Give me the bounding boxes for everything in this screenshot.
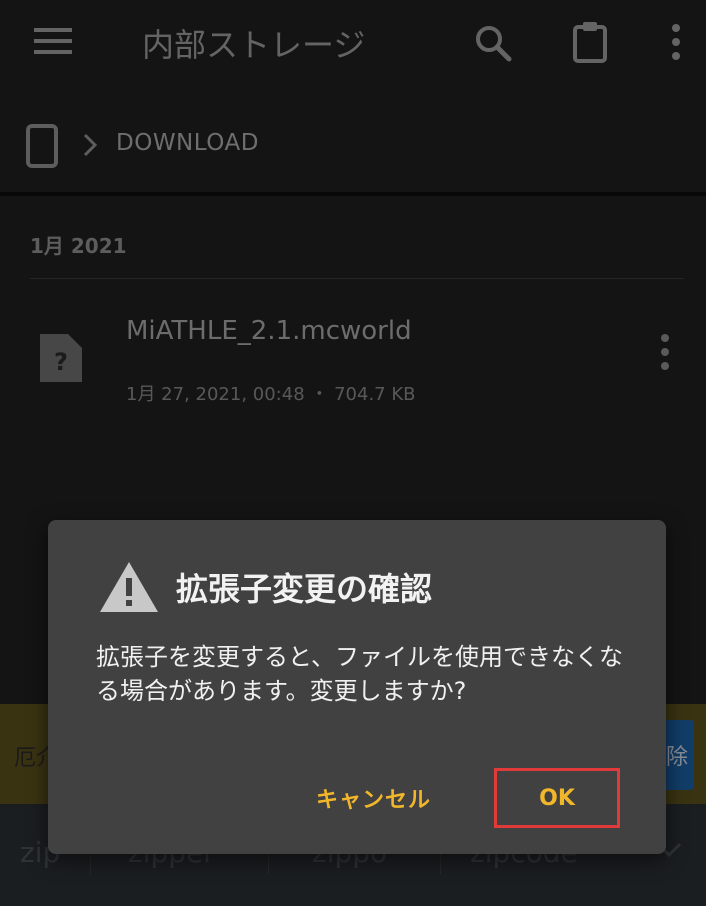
cancel-button[interactable]: キャンセル — [316, 782, 431, 814]
dialog-title: 拡張子変更の確認 — [176, 570, 433, 608]
ok-button[interactable]: OK — [494, 768, 620, 828]
confirm-dialog: 拡張子変更の確認 拡張子を変更すると、ファイルを使用できなくなる場合があります。… — [48, 520, 666, 854]
warning-icon — [98, 560, 160, 618]
dialog-message: 拡張子を変更すると、ファイルを使用できなくなる場合があります。変更しますか? — [96, 643, 624, 705]
